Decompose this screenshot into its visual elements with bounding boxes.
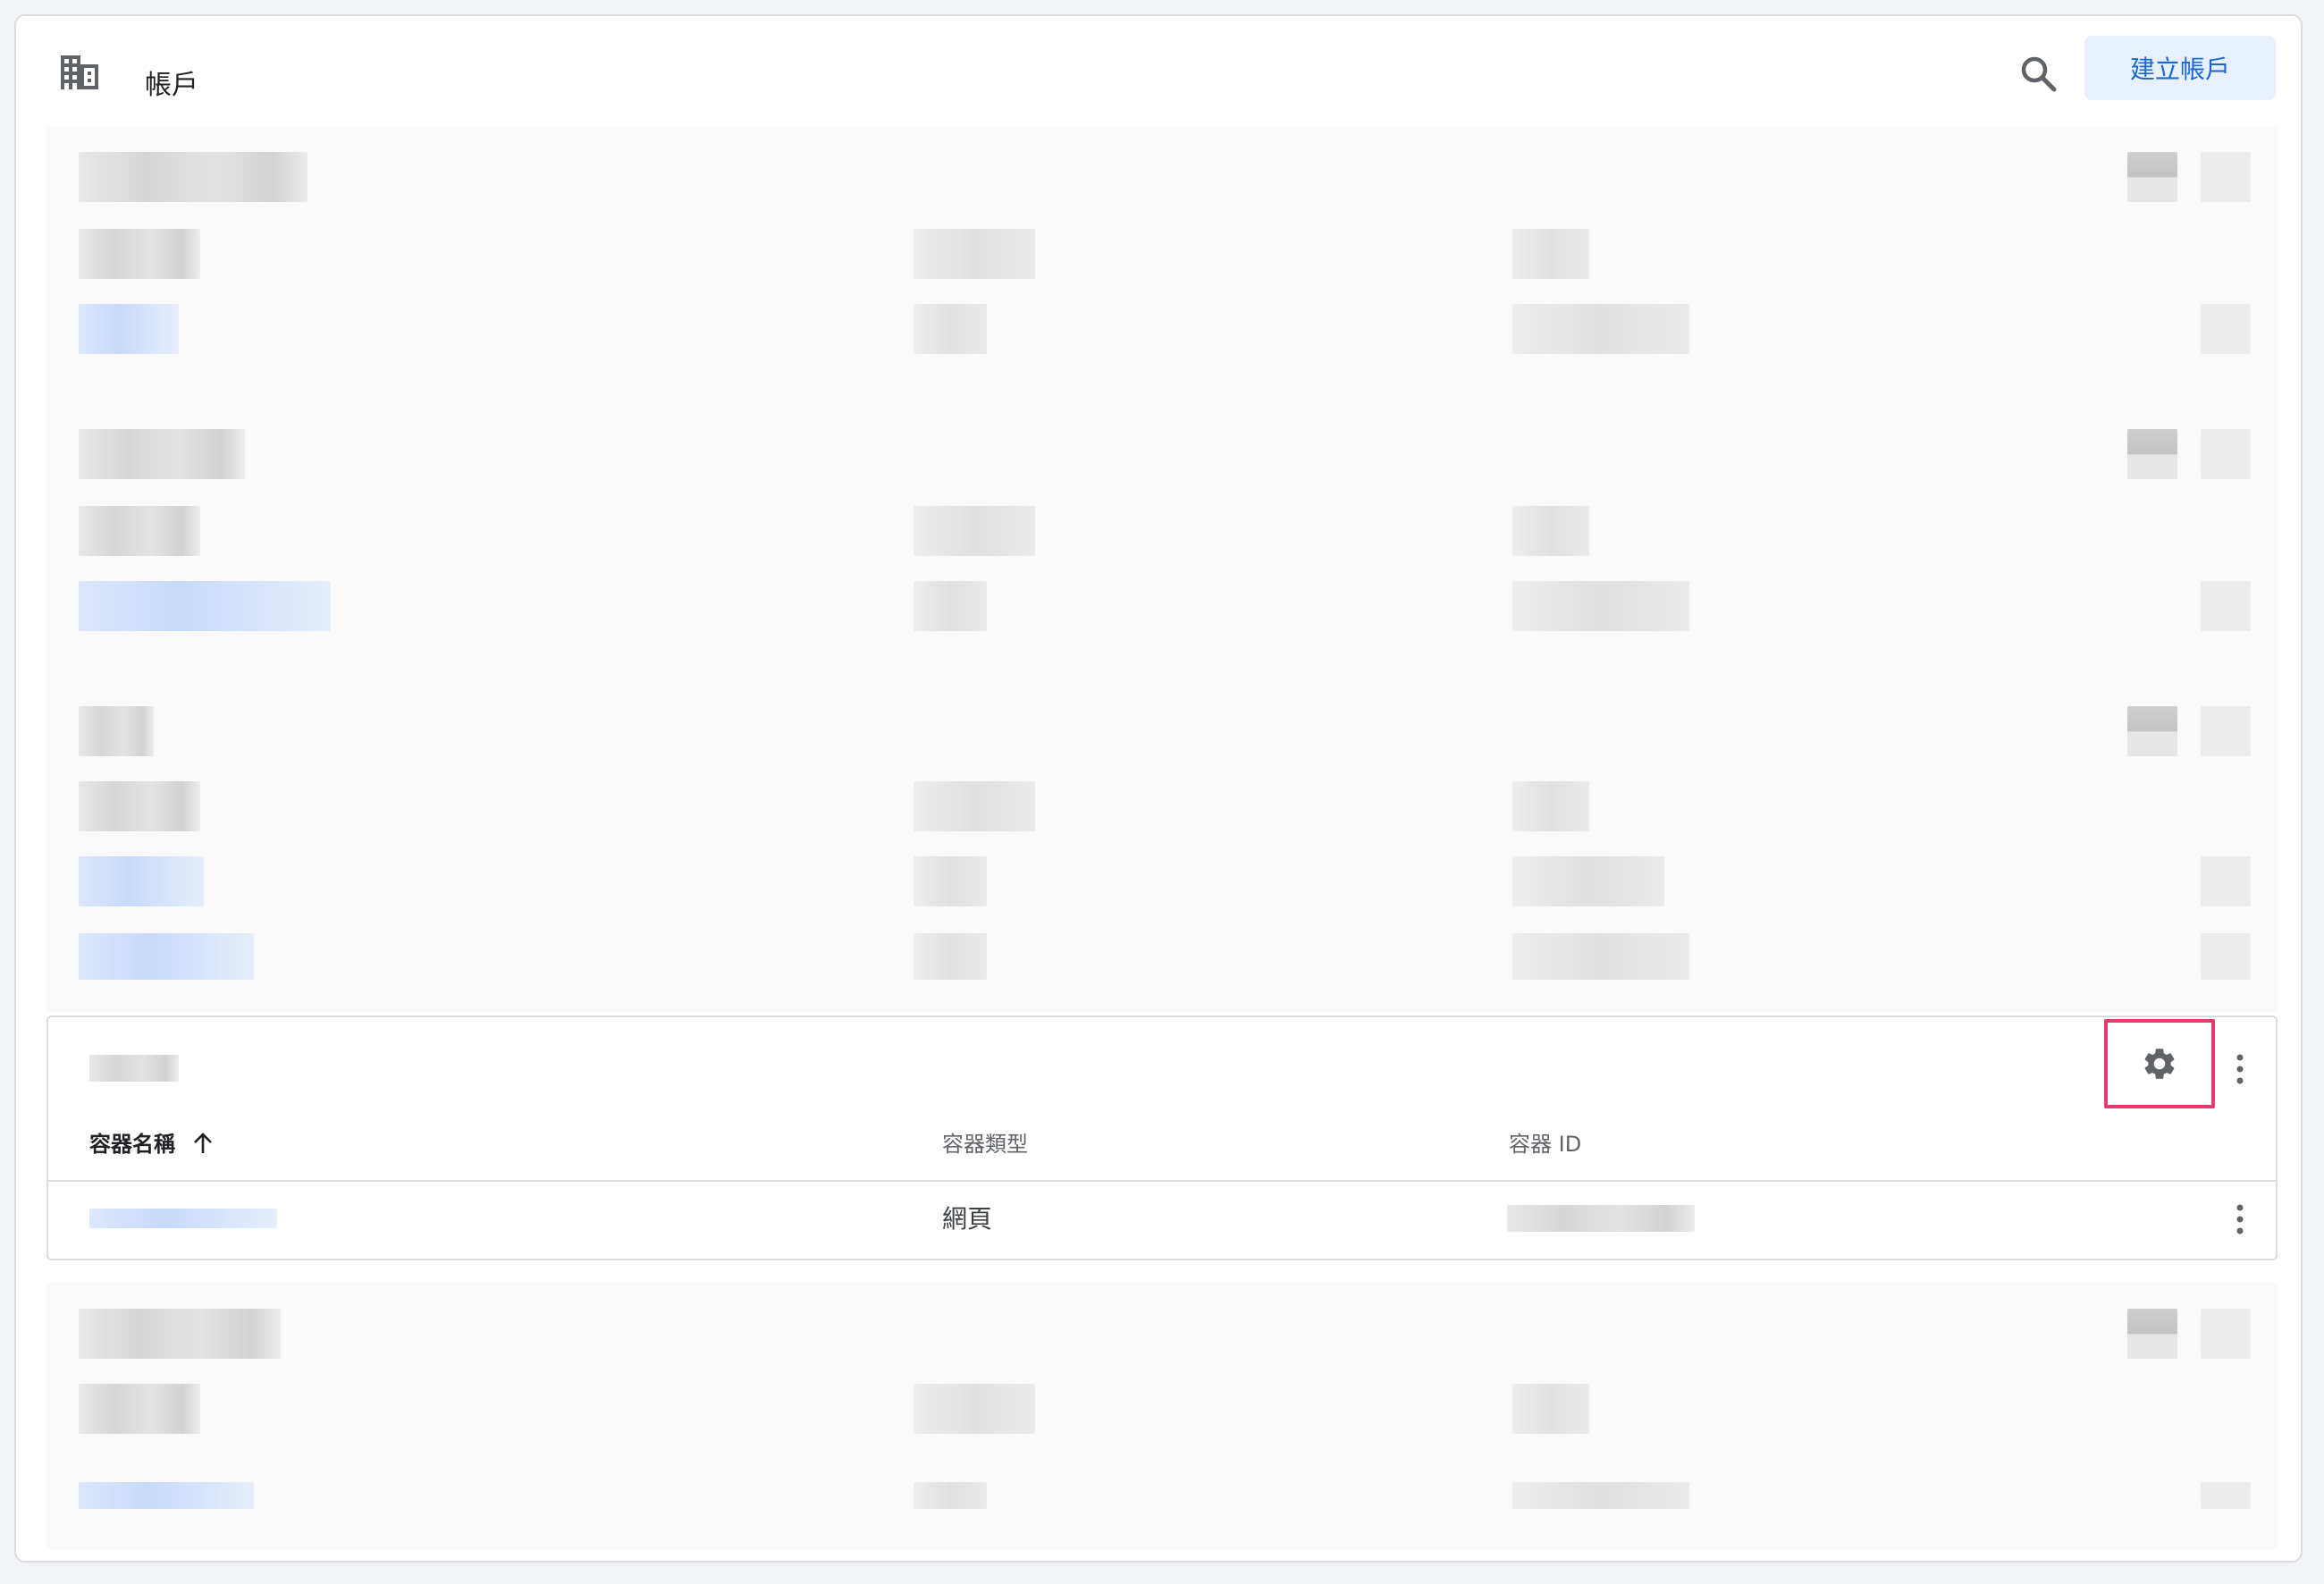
blurred-account-name	[79, 706, 154, 756]
table-header: 容器名稱 容器類型 容器 ID	[48, 1107, 2276, 1182]
blurred-icon	[2201, 152, 2251, 202]
blurred-header	[1512, 1384, 1589, 1434]
search-icon[interactable]	[2017, 52, 2061, 97]
blurred-header	[79, 781, 200, 831]
blurred-account-name	[79, 1309, 281, 1359]
blurred-cell	[1512, 933, 1689, 980]
blurred-icon	[2201, 429, 2251, 479]
blurred-cell	[914, 856, 987, 906]
more-vert-icon[interactable]	[2233, 1053, 2247, 1085]
blurred-cell	[1512, 304, 1689, 354]
column-header-container-type[interactable]: 容器類型	[942, 1130, 1028, 1159]
blurred-header	[914, 506, 1035, 556]
gear-icon	[2144, 1049, 2175, 1079]
blurred-header	[914, 1384, 1035, 1434]
table-row: 網頁	[48, 1180, 2276, 1260]
blurred-cell	[2201, 933, 2251, 980]
blurred-header	[1512, 781, 1589, 831]
blurred-icon	[2127, 152, 2177, 202]
blurred-header	[79, 506, 200, 556]
account-settings-button[interactable]	[2104, 1019, 2215, 1108]
accounts-card: 帳戶 建立帳戶 容器名稱 容器類型 容器 ID 網頁	[14, 14, 2303, 1563]
blurred-cell	[914, 304, 987, 354]
column-header-container-name[interactable]: 容器名稱	[89, 1130, 175, 1159]
blurred-header	[1512, 229, 1589, 279]
blurred-cell	[914, 933, 987, 980]
blurred-account-name	[79, 429, 245, 479]
blurred-link[interactable]	[79, 581, 331, 631]
column-header-container-id[interactable]: 容器 ID	[1509, 1130, 1581, 1159]
blurred-header	[1512, 506, 1589, 556]
blurred-header	[914, 781, 1035, 831]
blurred-cell	[2201, 856, 2251, 906]
blurred-icon	[2127, 1309, 2177, 1359]
blurred-header	[914, 229, 1035, 279]
blurred-header	[79, 1384, 200, 1434]
container-name-link[interactable]	[89, 1209, 277, 1228]
blurred-link[interactable]	[79, 856, 204, 906]
blurred-link[interactable]	[79, 933, 254, 980]
top-bar: 帳戶 建立帳戶	[16, 16, 2301, 123]
blurred-cell	[1512, 581, 1689, 631]
blurred-icon	[2201, 706, 2251, 756]
blurred-link[interactable]	[79, 1482, 254, 1509]
blurred-cell	[914, 1482, 987, 1509]
blurred-account-name	[79, 152, 307, 202]
building-icon	[61, 55, 98, 89]
blurred-cell	[1512, 856, 1664, 906]
blurred-cell	[2201, 581, 2251, 631]
blurred-icon	[2201, 1309, 2251, 1359]
blurred-account-name	[89, 1055, 179, 1082]
blurred-cell	[1512, 1482, 1689, 1509]
create-account-button[interactable]: 建立帳戶	[2084, 36, 2276, 100]
blurred-cell	[2201, 304, 2251, 354]
container-type-cell: 網頁	[942, 1204, 993, 1234]
expanded-account: 容器名稱 容器類型 容器 ID 網頁	[46, 1015, 2278, 1260]
container-id-cell	[1507, 1205, 1695, 1232]
blurred-header	[79, 229, 200, 279]
blurred-cell	[914, 581, 987, 631]
blurred-icon	[2127, 706, 2177, 756]
page-title: 帳戶	[145, 70, 198, 101]
blurred-link[interactable]	[79, 304, 179, 354]
blurred-cell	[2201, 1482, 2251, 1509]
blurred-icon	[2127, 429, 2177, 479]
arrow-up-icon[interactable]	[191, 1132, 215, 1155]
more-vert-icon[interactable]	[2233, 1203, 2247, 1235]
